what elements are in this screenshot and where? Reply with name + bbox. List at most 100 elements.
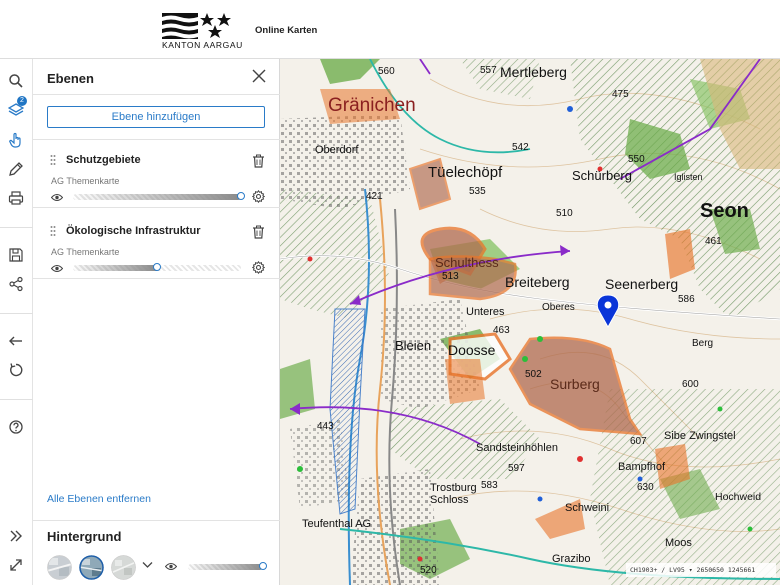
map-elevation-label: 475 [612, 89, 629, 100]
map-elevation-label: 463 [493, 325, 510, 336]
layer-name: Schutzgebiete [66, 154, 141, 166]
map-label: Oberdorf [315, 144, 359, 156]
map-elevation-label: 583 [481, 480, 498, 491]
map-elevation-label: 630 [637, 482, 654, 493]
map-elevation-label: 542 [512, 142, 529, 153]
chevron-down-icon[interactable] [142, 561, 153, 569]
background-opacity-slider-handle[interactable] [259, 562, 267, 570]
coordinate-readout[interactable]: CH1903+ / LV95 ▾ 2650650 1245661 [626, 563, 776, 577]
floppy-disk-icon [9, 248, 23, 262]
map-elevation-label: 513 [442, 271, 459, 282]
logo-text: KANTON AARGAU [162, 40, 243, 50]
identify-button[interactable] [5, 129, 27, 151]
rotate-icon [10, 363, 23, 377]
eye-icon[interactable] [51, 264, 63, 273]
opacity-slider-fill [73, 194, 241, 200]
toolbar-divider [0, 399, 33, 400]
search-icon [9, 74, 23, 88]
panel-divider [33, 278, 280, 279]
eye-icon[interactable] [51, 193, 63, 202]
map-label: Sibe Zwingstel [664, 430, 736, 442]
toolbar-divider [0, 313, 33, 314]
topographic-map[interactable]: Mertleberg Tüelechöpf Schürberg Seon Sch… [280, 59, 780, 585]
layers-panel: Ebenen Ebene hinzufügen Schutzgebiete AG… [33, 59, 280, 585]
layers-button[interactable]: 2 [5, 96, 27, 121]
share-button[interactable] [5, 273, 27, 295]
layer-item-oekologische-infrastruktur[interactable]: Ökologische Infrastruktur AG Themenkarte [33, 221, 280, 291]
back-button[interactable] [5, 330, 27, 352]
help-button[interactable] [5, 416, 27, 438]
map-label: Hochweid [715, 491, 761, 503]
trash-icon[interactable] [252, 225, 265, 239]
map-label: Schürberg [572, 168, 632, 183]
reset-button[interactable] [5, 359, 27, 381]
map-label: Tüelechöpf [428, 164, 503, 181]
add-layer-button[interactable]: Ebene hinzufügen [47, 106, 265, 128]
eye-icon[interactable] [165, 562, 177, 571]
map-label: Oberes [542, 302, 575, 313]
map-elevation-label: 600 [682, 379, 699, 390]
map-elevation-label: 520 [420, 565, 437, 576]
map-elevation-label: 560 [378, 66, 395, 77]
pencil-icon [9, 162, 23, 176]
map-label: Berg [692, 338, 713, 349]
draw-button[interactable] [5, 158, 27, 180]
panel-divider [33, 520, 280, 521]
map-elevation-label: 510 [556, 208, 573, 219]
map-label: Doosse [448, 342, 496, 358]
trash-icon[interactable] [252, 154, 265, 168]
hand-pointer-icon [9, 132, 21, 148]
search-button[interactable] [5, 70, 27, 92]
map-elevation-label: 535 [469, 186, 486, 197]
map-label: Trostburg [430, 482, 477, 494]
map-elevation-label: 597 [508, 463, 525, 474]
panel-divider [33, 139, 280, 140]
background-opacity-slider[interactable] [188, 564, 263, 570]
drag-handle-icon[interactable] [50, 225, 56, 237]
background-option-aerial[interactable] [47, 555, 72, 580]
gear-icon[interactable] [252, 190, 265, 203]
layer-source: AG Themenkarte [51, 247, 120, 257]
map-label: Teufenthal AG [302, 518, 371, 530]
background-title: Hintergrund [47, 529, 122, 544]
map-label: Mertleberg [500, 64, 567, 80]
map-elevation-label: 550 [628, 154, 645, 165]
opacity-slider-handle[interactable] [237, 192, 245, 200]
help-icon [9, 420, 23, 434]
print-button[interactable] [5, 187, 27, 209]
close-icon[interactable] [252, 69, 266, 83]
app-header: KANTON AARGAU Online Karten [0, 0, 780, 59]
layers-count-badge: 2 [17, 96, 27, 106]
panel-divider [33, 207, 280, 208]
fullscreen-icon [10, 559, 22, 571]
map-label: Gränichen [328, 95, 416, 116]
map-elevation-label: 607 [630, 436, 647, 447]
map-label: Bampfhof [618, 461, 666, 473]
layer-source: AG Themenkarte [51, 176, 120, 186]
printer-icon [8, 191, 24, 205]
opacity-slider[interactable] [73, 194, 241, 200]
opacity-slider-handle[interactable] [153, 263, 161, 271]
save-button[interactable] [5, 244, 27, 266]
map-elevation-label: 586 [678, 294, 695, 305]
layer-name: Ökologische Infrastruktur [66, 225, 201, 237]
background-option-map-active[interactable] [79, 555, 104, 580]
panel-divider [33, 94, 280, 95]
gear-icon[interactable] [252, 261, 265, 274]
left-toolbar: 2 [0, 59, 33, 585]
chevrons-right-icon [10, 530, 22, 542]
map-elevation-label: 443 [317, 421, 334, 432]
expand-panel-button[interactable] [5, 525, 27, 547]
map-label: Seon [700, 200, 749, 222]
map-view[interactable]: Mertleberg Tüelechöpf Schürberg Seon Sch… [280, 59, 780, 585]
background-option-grey[interactable] [111, 555, 136, 580]
fullscreen-button[interactable] [5, 554, 27, 576]
map-elevation-label: 557 [480, 65, 497, 76]
drag-handle-icon[interactable] [50, 154, 56, 166]
map-label: Moos [665, 537, 692, 549]
map-elevation-label: 421 [366, 191, 383, 202]
layer-item-schutzgebiete[interactable]: Schutzgebiete AG Themenkarte [33, 150, 280, 220]
map-label: Bleien [395, 338, 431, 353]
remove-all-layers-link[interactable]: Alle Ebenen entfernen [47, 493, 151, 505]
panel-title: Ebenen [47, 71, 94, 86]
